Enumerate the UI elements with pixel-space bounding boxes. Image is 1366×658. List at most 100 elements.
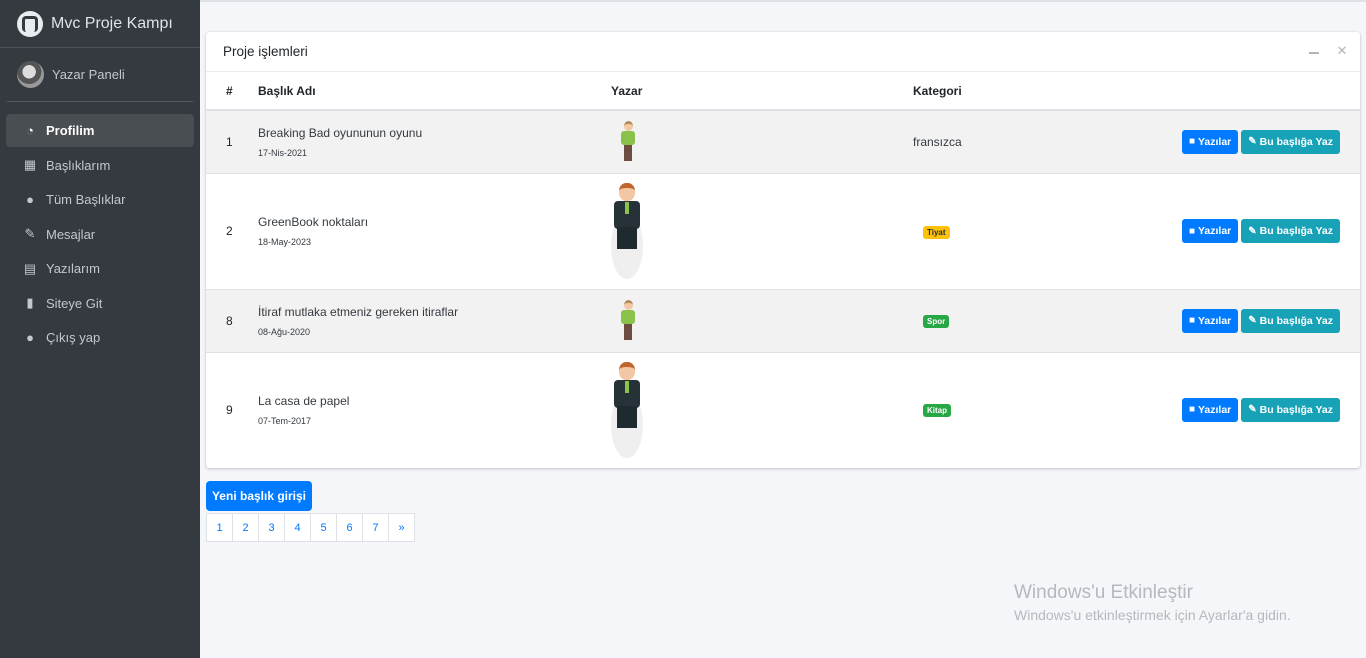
user-name: Yazar Paneli (52, 67, 125, 82)
sidebar: Mvc Proje Kampı Yazar Paneli ◔ Profilim … (0, 0, 200, 658)
apple-icon: ● (26, 192, 34, 207)
row-id: 1 (206, 109, 258, 173)
page-link[interactable]: 3 (258, 513, 285, 542)
brand-text: Mvc Proje Kampı (51, 14, 173, 32)
folder-icon: ■ (1188, 225, 1195, 237)
brand-logo-icon (17, 10, 43, 37)
author-avatar-icon (611, 183, 643, 279)
top-border (200, 0, 1366, 2)
col-header-title: Başlık Adı (258, 72, 611, 111)
posts-button[interactable]: ■ Yazılar (1181, 308, 1239, 333)
folder-icon: ■ (1188, 404, 1195, 416)
posts-button[interactable]: ■ Yazılar (1181, 397, 1239, 422)
author-cell (611, 172, 913, 289)
posts-button-label: Yazılar (1197, 314, 1232, 327)
pagination: 1 2 3 4 5 6 7 » (206, 513, 415, 542)
author-avatar-icon (616, 299, 640, 342)
projects-table: # Başlık Adı Yazar Kategori 1 Breaking B… (206, 72, 1360, 467)
sidebar-item-profilim[interactable]: ◔ Profilim (6, 114, 194, 147)
posts-button-label: Yazılar (1197, 135, 1232, 148)
write-button[interactable]: ✎ Bu başlığa Yaz (1241, 308, 1340, 333)
sidebar-item-tum-basliklar[interactable]: ● Tüm Başlıklar (6, 183, 194, 216)
watermark-subtitle: Windows'u etkinleştirmek için Ayarlar'a … (1014, 607, 1291, 623)
minus-icon (1309, 52, 1319, 54)
actions-cell: ■ Yazılar ✎ Bu başlığa Yaz (1173, 109, 1360, 173)
author-cell (611, 109, 913, 173)
folder-icon: ■ (1188, 136, 1195, 148)
category-cell: Kitap (913, 351, 1173, 467)
collapse-button[interactable] (1308, 44, 1320, 58)
category-text: fransızca (913, 134, 962, 149)
card-tools: ✕ (1308, 43, 1348, 58)
row-date: 07-Tem-2017 (258, 415, 312, 426)
page-link[interactable]: 7 (362, 513, 389, 542)
category-badge: Kitap (923, 404, 951, 418)
actions-cell: ■ Yazılar ✎ Bu başlığa Yaz (1173, 288, 1360, 352)
row-title-cell: La casa de papel 07-Tem-2017 (258, 351, 611, 467)
sidebar-item-mesajlar[interactable]: ✎ Mesajlar (6, 218, 194, 251)
posts-button[interactable]: ■ Yazılar (1181, 129, 1239, 154)
pencil-icon: ✎ (1248, 315, 1257, 326)
brand-link[interactable]: Mvc Proje Kampı (0, 0, 200, 48)
sidebar-item-label: Yazılarım (46, 261, 100, 276)
posts-button-label: Yazılar (1197, 225, 1232, 237)
table-row: 9 La casa de papel 07-Tem-2017 Kitap ■ Ya… (206, 351, 1360, 467)
category-badge: Spor (923, 315, 950, 328)
next-page-link[interactable]: » (388, 513, 415, 542)
edit-icon: ✎ (24, 226, 36, 241)
page-link[interactable]: 2 (232, 513, 259, 542)
sidebar-item-label: Çıkış yap (46, 330, 101, 345)
row-id: 8 (206, 288, 258, 352)
col-header-actions (1173, 72, 1360, 111)
posts-button[interactable]: ■ Yazılar (1181, 219, 1239, 243)
sidebar-item-label: Başlıklarım (46, 157, 111, 173)
table-row: 8 İtiraf mutlaka etmeniz gereken itirafl… (206, 288, 1360, 352)
sidebar-item-label: Mesajlar (46, 226, 96, 242)
col-header-author: Yazar (611, 72, 913, 111)
write-button[interactable]: ✎ Bu başlığa Yaz (1241, 219, 1340, 243)
sidebar-item-label: Siteye Git (46, 295, 103, 311)
sidebar-item-yazilarim[interactable]: ▤ Yazılarım (6, 252, 194, 285)
close-icon: ✕ (1336, 43, 1348, 58)
write-button[interactable]: ✎ Bu başlığa Yaz (1241, 397, 1340, 422)
actions-cell: ■ Yazılar ✎ Bu başlığa Yaz (1173, 172, 1360, 289)
avatar (17, 61, 44, 88)
row-title: Breaking Bad oyununun oyunu (258, 125, 423, 140)
sidebar-item-cikis-yap[interactable]: ● Çıkış yap (6, 321, 194, 354)
sidebar-item-siteye-git[interactable]: ▮ Siteye Git (6, 287, 194, 320)
book-icon: ▮ (26, 295, 34, 310)
write-button-label: Bu başlığa Yaz (1259, 403, 1333, 416)
table-header-row: # Başlık Adı Yazar Kategori (206, 72, 1360, 111)
grid-icon: ▦ (23, 157, 37, 172)
row-title: İtiraf mutlaka etmeniz gereken itiraflar (258, 304, 459, 319)
folder-icon: ■ (1188, 315, 1195, 326)
row-id: 9 (206, 351, 258, 467)
page-link[interactable]: 5 (310, 513, 337, 542)
table-row: 2 GreenBook noktaları 18-May-2023 Tiyat … (206, 172, 1360, 289)
user-panel[interactable]: Yazar Paneli (7, 48, 193, 102)
calendar-icon: ▤ (23, 260, 37, 276)
sidebar-item-basliklarim[interactable]: ▦ Başlıklarım (6, 149, 194, 182)
category-cell: Tiyat (913, 172, 1173, 289)
new-title-button[interactable]: Yeni başlık girişi (206, 481, 312, 511)
page-link[interactable]: 4 (284, 513, 311, 542)
category-badge: Tiyat (923, 225, 950, 239)
card-title: Proje işlemleri (223, 44, 308, 59)
row-date: 18-May-2023 (258, 237, 312, 247)
author-cell (611, 288, 913, 352)
write-button[interactable]: ✎ Bu başlığa Yaz (1241, 129, 1340, 154)
pencil-icon: ✎ (1248, 136, 1257, 148)
author-avatar-icon (611, 361, 643, 458)
pencil-icon: ✎ (1248, 225, 1257, 237)
row-title-cell: Breaking Bad oyununun oyunu 17-Nis-2021 (258, 109, 611, 173)
row-title-cell: GreenBook noktaları 18-May-2023 (258, 172, 611, 289)
col-header-category: Kategori (913, 72, 1173, 111)
row-date: 17-Nis-2021 (258, 147, 308, 158)
watermark-title: Windows'u Etkinleştir (1014, 582, 1193, 603)
row-title: La casa de papel (258, 393, 350, 408)
page-link[interactable]: 6 (336, 513, 363, 542)
close-button[interactable]: ✕ (1336, 43, 1348, 58)
author-cell (611, 351, 913, 467)
page-link[interactable]: 1 (206, 513, 233, 542)
row-title: GreenBook noktaları (258, 215, 369, 229)
